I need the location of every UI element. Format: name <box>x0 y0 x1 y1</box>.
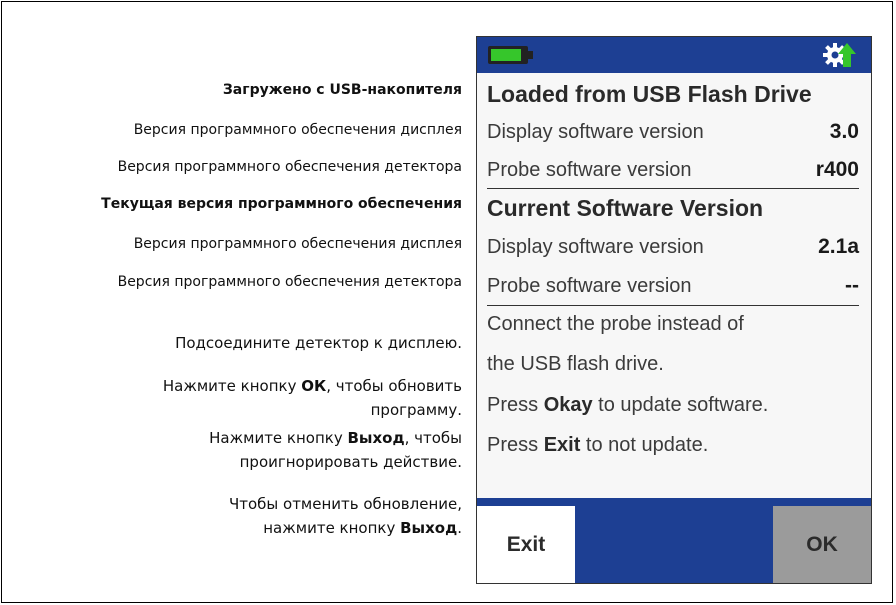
current-probe-row: Probe software version -- <box>487 271 859 301</box>
loaded-display-row: Display software version 3.0 <box>487 117 859 147</box>
annotation-current-display: Версия программного обеспечения дисплея <box>133 236 462 252</box>
annotation-cancel: Чтобы отменить обновление, <box>228 495 462 513</box>
annotation-loaded-display: Версия программного обеспечения дисплея <box>133 122 462 138</box>
annotation-cancel-2: нажмите кнопку Выход. <box>263 519 462 537</box>
gear-update-icon <box>823 43 856 67</box>
battery-full-icon <box>488 46 533 64</box>
loaded-display-value: 3.0 <box>829 120 859 143</box>
current-title: Current Software Version <box>487 194 764 221</box>
status-bar <box>477 37 871 73</box>
annotation-current-probe: Версия программного обеспечения детектор… <box>117 274 462 290</box>
annotation-loaded-probe: Версия программного обеспечения детектор… <box>117 159 462 175</box>
loaded-probe-label: Probe software version <box>487 158 692 181</box>
loaded-display-label: Display software version <box>487 120 704 143</box>
message-divider <box>487 305 859 306</box>
annotation-exit-instruction: Нажмите кнопку Выход, чтобы <box>209 429 462 447</box>
message-line-1: Connect the probe instead of <box>487 313 744 335</box>
annotation-current-heading: Текущая версия программного обеспечения <box>101 196 462 212</box>
annotation-connect: Подсоедините детектор к дисплею. <box>175 334 462 352</box>
loaded-probe-value: r400 <box>815 158 859 181</box>
device-screen: Loaded from USB Flash Drive Display soft… <box>476 36 872 584</box>
message-line-2: the USB flash drive. <box>487 353 664 375</box>
annotation-loaded-heading: Загружено с USB-накопителя <box>222 82 462 98</box>
loaded-probe-row: Probe software version r400 <box>487 155 859 185</box>
section-divider <box>487 188 859 189</box>
exit-button[interactable]: Exit <box>477 506 575 583</box>
annotation-ok-instruction: Нажмите кнопку ОК, чтобы обновить <box>162 377 462 395</box>
current-display-label: Display software version <box>487 235 704 258</box>
message-exit: Press Exit to not update. <box>487 434 709 456</box>
current-probe-value: -- <box>845 274 859 297</box>
current-display-row: Display software version 2.1a <box>487 232 859 262</box>
current-display-value: 2.1a <box>818 235 859 258</box>
annotation-exit-instruction-2: проигнорировать действие. <box>239 453 462 471</box>
softkey-bar: Exit OK <box>477 498 871 583</box>
ok-button[interactable]: OK <box>773 506 871 583</box>
current-probe-label: Probe software version <box>487 274 692 297</box>
loaded-title: Loaded from USB Flash Drive <box>487 80 812 107</box>
annotation-ok-instruction-2: программу. <box>370 401 462 419</box>
message-okay: Press Okay to update software. <box>487 394 769 416</box>
